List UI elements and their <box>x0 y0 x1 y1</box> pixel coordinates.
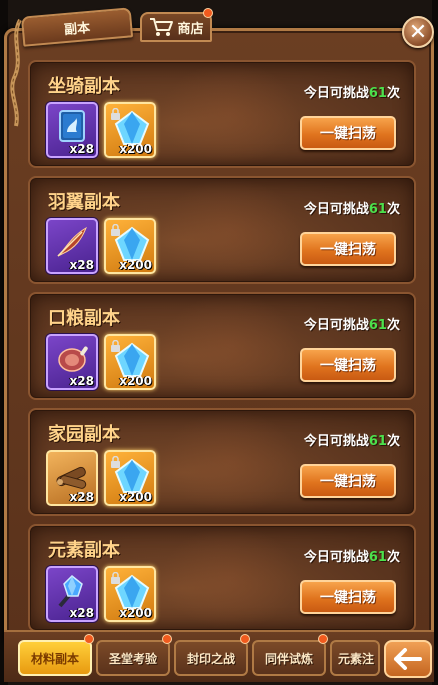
close-button[interactable]: ✕ <box>402 16 434 48</box>
lock-icon <box>111 572 120 584</box>
reward-count: x200 <box>119 142 152 156</box>
dungeon-title: 元素副本 <box>48 540 120 561</box>
dungeon-title: 家园副本 <box>48 424 120 445</box>
reward-count: x200 <box>119 258 152 272</box>
sweep-button[interactable]: 一键扫荡 <box>300 116 396 150</box>
reward-item-element[interactable]: x28 <box>46 566 98 622</box>
reward-item-crystal[interactable]: x200 <box>104 102 156 158</box>
attempts-remaining: 今日可挑战61次 <box>303 434 400 449</box>
dungeon-title: 口粮副本 <box>48 308 120 329</box>
attempts-count: 61 <box>368 86 387 101</box>
tab-shop-label: 商店 <box>177 21 204 37</box>
dungeon-title: 坐骑副本 <box>48 76 120 97</box>
shop-notification-dot <box>203 8 213 18</box>
tab-material-dungeon[interactable]: 材料副本 <box>18 640 92 676</box>
tab-instance-label: 副本 <box>63 20 91 38</box>
reward-item-meat[interactable]: x28 <box>46 334 98 390</box>
back-arrow-icon <box>394 648 422 670</box>
attempts-remaining: 今日可挑战61次 <box>303 550 400 565</box>
dungeon-title: 羽翼副本 <box>48 192 120 213</box>
dungeon-card-homestead: 家园副本 今日可挑战61次 x28 x200 一键扫荡 <box>28 408 416 516</box>
shopping-cart-icon <box>150 18 174 36</box>
attempts-remaining: 今日可挑战61次 <box>303 202 400 217</box>
attempts-count: 61 <box>368 318 387 333</box>
attempts-remaining: 今日可挑战61次 <box>303 86 400 101</box>
reward-count: x200 <box>119 606 152 620</box>
wood-log-icon <box>56 466 87 489</box>
tab-shop[interactable]: 商店 <box>140 12 212 42</box>
sweep-button[interactable]: 一键扫荡 <box>300 232 396 266</box>
reward-item-feather[interactable]: x28 <box>46 218 98 274</box>
tab-element-partial[interactable]: 元素注 <box>330 640 380 676</box>
tab-companion-trial[interactable]: 同伴试炼 <box>252 640 326 676</box>
back-button[interactable] <box>384 640 432 678</box>
dungeon-card-mount: 坐骑副本 今日可挑战61次 x28 x200 一键扫荡 <box>28 60 416 168</box>
reward-count: x28 <box>69 142 94 156</box>
attempts-count: 61 <box>368 202 387 217</box>
notification-dot <box>84 634 94 644</box>
element-crystal-icon <box>58 574 83 608</box>
reward-item-crystal[interactable]: x200 <box>104 334 156 390</box>
reward-count: x28 <box>69 490 94 504</box>
lock-icon <box>111 456 120 468</box>
reward-item-mount-book[interactable]: x28 <box>46 102 98 158</box>
lock-icon <box>111 340 120 352</box>
dungeon-card-ration: 口粮副本 今日可挑战61次 x28 x200 一键扫荡 <box>28 292 416 400</box>
mount-book-icon <box>59 110 85 142</box>
reward-count: x200 <box>119 490 152 504</box>
sweep-button[interactable]: 一键扫荡 <box>300 348 396 382</box>
lock-icon <box>111 224 120 236</box>
tab-sanctum-trial[interactable]: 圣堂考验 <box>96 640 170 676</box>
attempts-remaining: 今日可挑战61次 <box>303 318 400 333</box>
reward-item-crystal[interactable]: x200 <box>104 450 156 506</box>
sweep-button[interactable]: 一键扫荡 <box>300 580 396 614</box>
attempts-count: 61 <box>368 434 387 449</box>
reward-item-wood[interactable]: x28 <box>46 450 98 506</box>
reward-count: x28 <box>69 258 94 272</box>
reward-count: x200 <box>119 374 152 388</box>
tab-seal-battle[interactable]: 封印之战 <box>174 640 248 676</box>
meat-icon <box>58 346 88 372</box>
reward-item-crystal[interactable]: x200 <box>104 218 156 274</box>
reward-count: x28 <box>69 374 94 388</box>
feather-icon <box>57 226 87 257</box>
notification-dot <box>162 634 172 644</box>
sweep-button[interactable]: 一键扫荡 <box>300 464 396 498</box>
reward-count: x28 <box>69 606 94 620</box>
attempts-count: 61 <box>368 550 387 565</box>
reward-item-crystal[interactable]: x200 <box>104 566 156 622</box>
dungeon-card-element: 元素副本 今日可挑战61次 x28 x200 一键扫荡 <box>28 524 416 632</box>
close-icon: ✕ <box>408 19 428 45</box>
notification-dot <box>240 634 250 644</box>
notification-dot <box>318 634 328 644</box>
lock-icon <box>111 108 120 120</box>
dungeon-card-wing: 羽翼副本 今日可挑战61次 x28 x200 一键扫荡 <box>28 176 416 284</box>
